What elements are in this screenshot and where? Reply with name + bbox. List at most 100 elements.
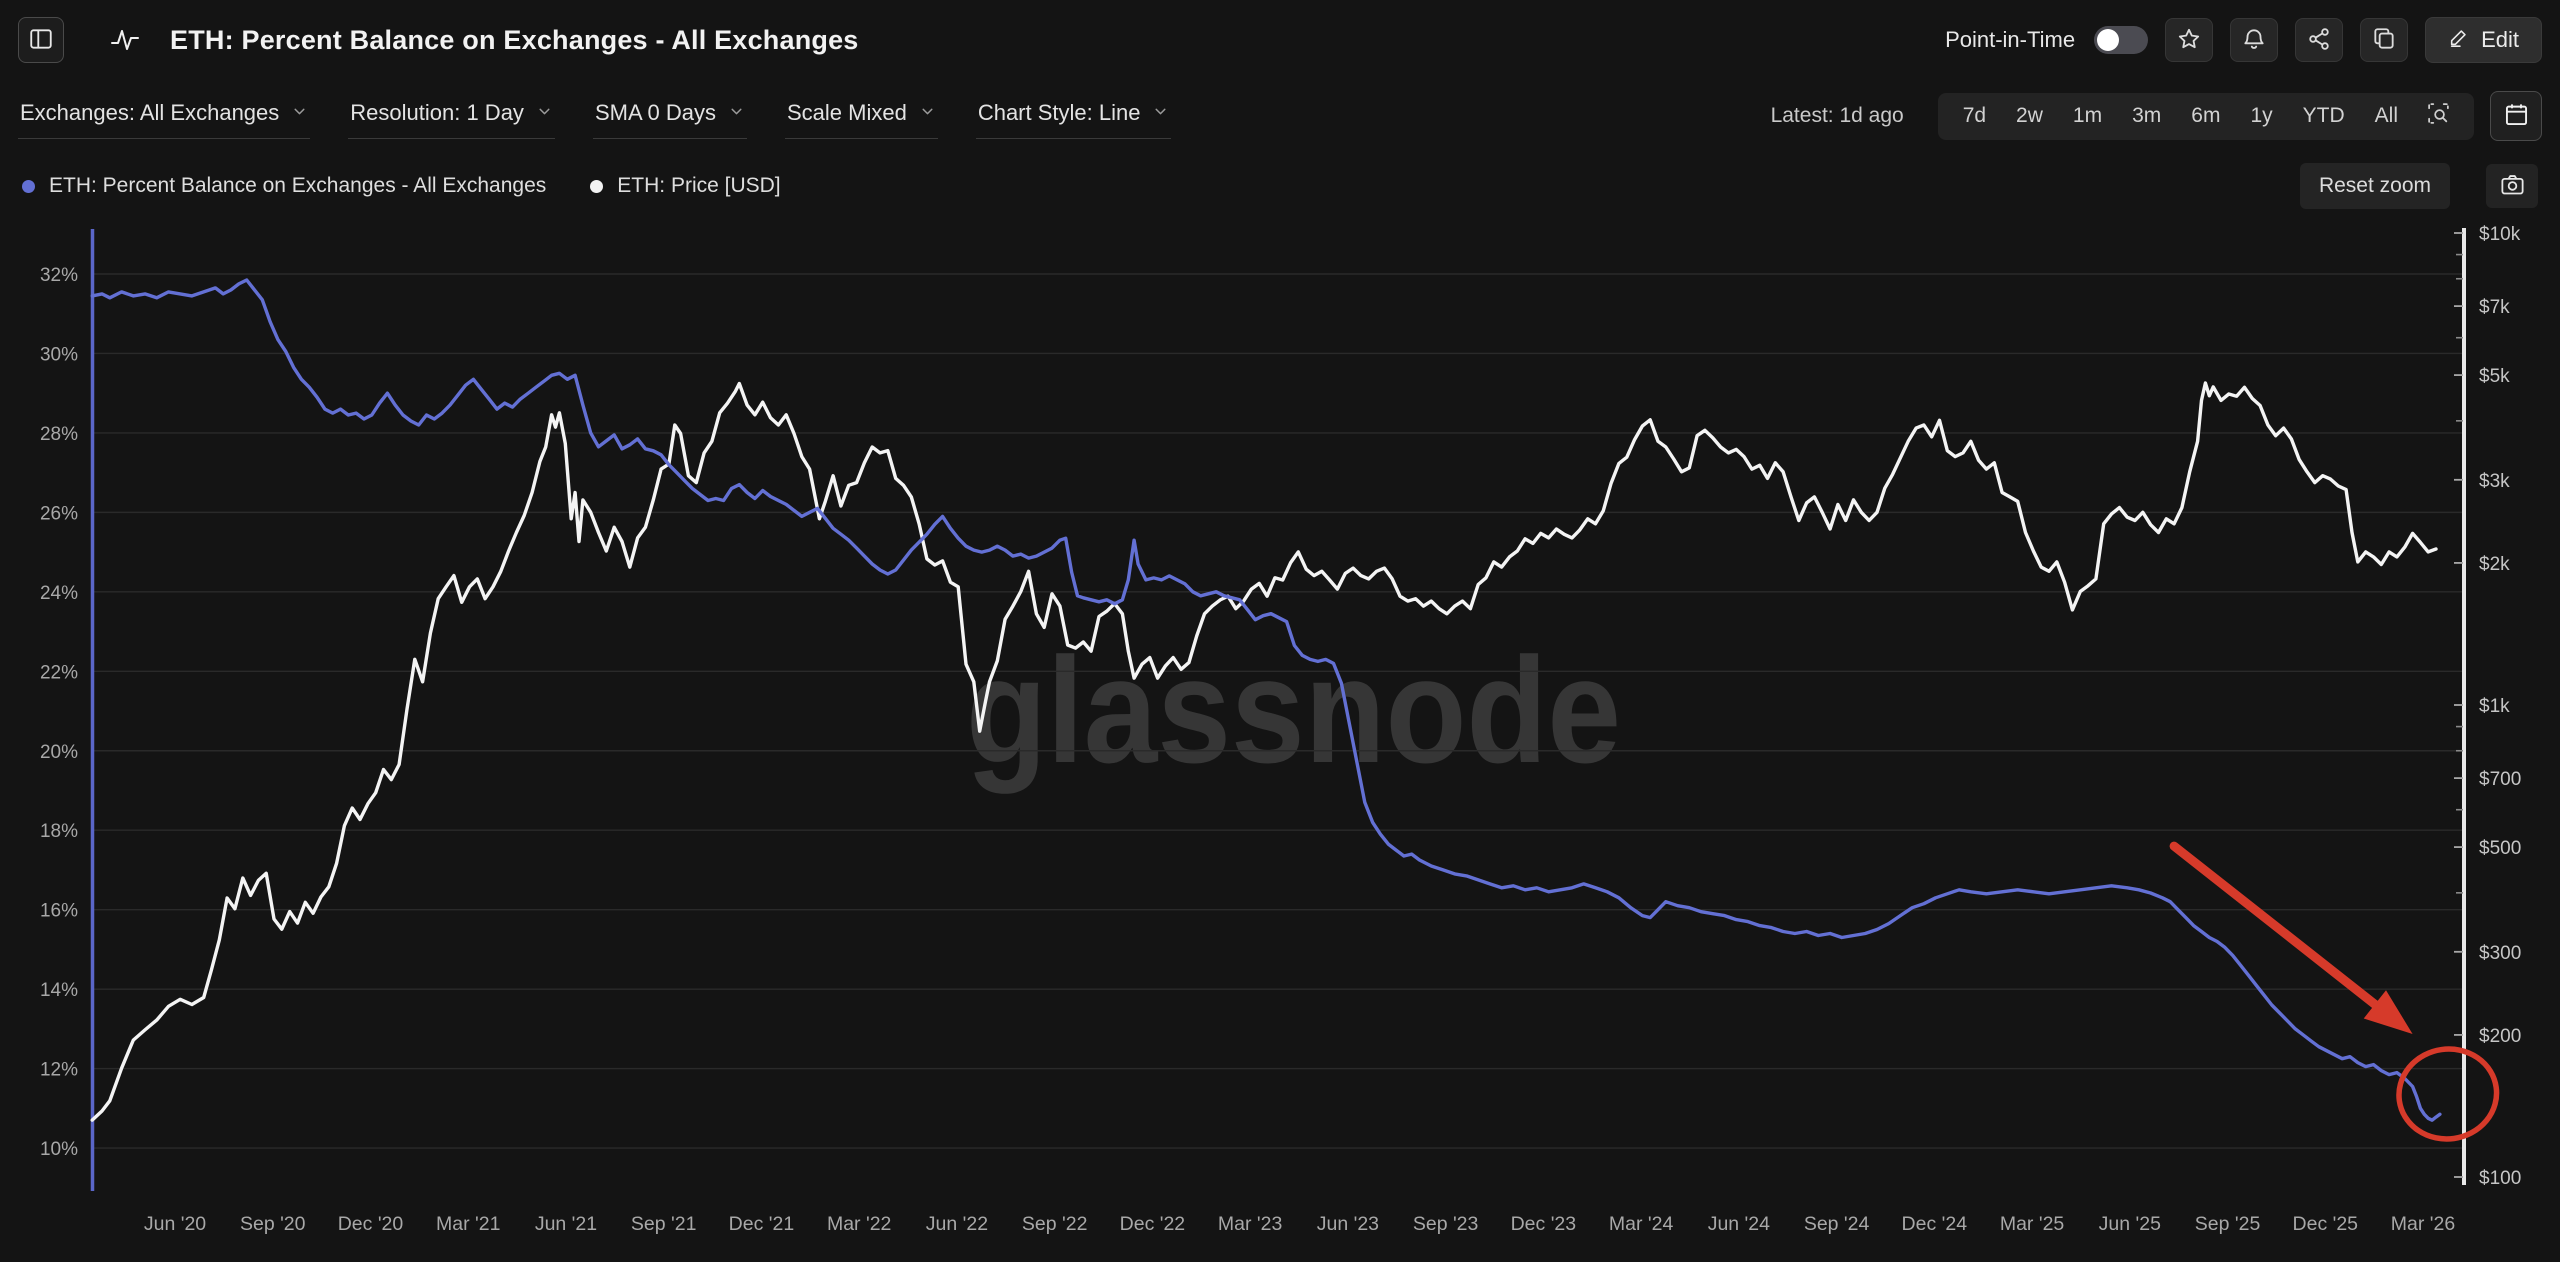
- chevron-down-icon: [1152, 100, 1169, 126]
- right-axis-tick-label: $700: [2479, 769, 2521, 790]
- dropdown-sma-0-days[interactable]: SMA 0 Days: [593, 94, 747, 139]
- legend: ETH: Percent Balance on Exchanges - All …: [22, 174, 825, 198]
- left-axis-tick-label: 18%: [40, 821, 78, 842]
- x-axis-tick-label: Sep '22: [1022, 1213, 1088, 1235]
- sidebar-panel-icon: [28, 26, 54, 55]
- x-axis-tick-label: Mar '21: [436, 1213, 500, 1235]
- x-axis-tick-label: Dec '21: [729, 1213, 795, 1235]
- right-axis-tick-label: $100: [2479, 1168, 2521, 1189]
- range-button-3m[interactable]: 3m: [2117, 104, 2176, 128]
- right-axis-tick-label: $300: [2479, 943, 2521, 964]
- x-axis-tick-label: Mar '23: [1218, 1213, 1282, 1235]
- time-range-group: 7d2w1m3m6m1yYTDAll: [1938, 93, 2474, 140]
- range-button-1y[interactable]: 1y: [2235, 104, 2287, 128]
- duplicate-button[interactable]: [2360, 18, 2408, 62]
- x-axis-tick-label: Sep '21: [631, 1213, 697, 1235]
- top-bar: ETH: Percent Balance on Exchanges - All …: [0, 0, 2560, 80]
- latest-update-text: Latest: 1d ago: [1771, 104, 1904, 128]
- alerts-button[interactable]: [2230, 18, 2278, 62]
- chart-toolbar: Exchanges: All Exchanges Resolution: 1 Da…: [0, 84, 2560, 148]
- bell-icon: [2241, 26, 2267, 55]
- dropdown-label: Chart Style: Line: [978, 100, 1141, 126]
- screenshot-button[interactable]: [2486, 164, 2538, 208]
- x-axis-tick-label: Dec '20: [338, 1213, 404, 1235]
- x-axis-tick-label: Mar '22: [827, 1213, 891, 1235]
- x-axis-tick-label: Dec '25: [2293, 1213, 2359, 1235]
- favorite-button[interactable]: [2165, 18, 2213, 62]
- legend-series-label: ETH: Percent Balance on Exchanges - All …: [49, 174, 546, 198]
- right-axis-tick-label: $7k: [2479, 297, 2510, 318]
- x-axis-tick-label: Sep '20: [240, 1213, 306, 1235]
- right-axis-tick-label: $500: [2479, 838, 2521, 859]
- point-in-time-toggle[interactable]: [2094, 26, 2148, 54]
- left-axis-tick-label: 22%: [40, 662, 78, 683]
- x-axis-tick-label: Jun '21: [535, 1213, 597, 1235]
- dropdown-label: Resolution: 1 Day: [350, 100, 524, 126]
- zoom-select-icon: [2426, 101, 2451, 131]
- left-axis-tick-label: 20%: [40, 742, 78, 763]
- page-title: ETH: Percent Balance on Exchanges - All …: [170, 25, 859, 56]
- legend-series-dot: [22, 180, 35, 193]
- edit-button-label: Edit: [2481, 27, 2519, 53]
- range-button-2w[interactable]: 2w: [2001, 104, 2058, 128]
- sidebar-toggle-button[interactable]: [18, 17, 64, 63]
- left-axis-tick-label: 24%: [40, 583, 78, 604]
- annotation-highlight-circle: [2393, 1043, 2502, 1146]
- toggle-knob: [2097, 29, 2119, 51]
- legend-row: ETH: Percent Balance on Exchanges - All …: [0, 156, 2560, 216]
- right-axis-tick-label: $10k: [2479, 224, 2521, 245]
- x-axis-tick-label: Jun '23: [1317, 1213, 1379, 1235]
- x-axis-tick-label: Sep '23: [1413, 1213, 1479, 1235]
- left-axis-tick-label: 16%: [40, 901, 78, 922]
- x-axis-tick-label: Dec '23: [1511, 1213, 1577, 1235]
- share-icon: [2306, 26, 2332, 55]
- left-axis-tick-label: 10%: [40, 1139, 78, 1160]
- x-axis-tick-label: Mar '25: [2000, 1213, 2065, 1235]
- x-axis-tick-label: Jun '25: [2099, 1213, 2161, 1235]
- dropdown-exchanges[interactable]: Exchanges: All Exchanges: [18, 94, 310, 139]
- chevron-down-icon: [291, 100, 308, 126]
- x-axis-tick-label: Jun '24: [1708, 1213, 1770, 1235]
- date-picker-button[interactable]: [2490, 91, 2542, 141]
- left-axis-tick-label: 14%: [40, 980, 78, 1001]
- x-axis-tick-label: Mar '26: [2391, 1213, 2455, 1235]
- chevron-down-icon: [536, 100, 553, 126]
- range-button-ytd[interactable]: YTD: [2288, 104, 2360, 128]
- range-button-6m[interactable]: 6m: [2176, 104, 2235, 128]
- chevron-down-icon: [728, 100, 745, 126]
- dropdown-label: SMA 0 Days: [595, 100, 716, 126]
- left-axis-tick-label: 32%: [40, 265, 78, 286]
- dropdown-label: Exchanges: All Exchanges: [20, 100, 279, 126]
- x-axis-tick-label: Jun '22: [926, 1213, 988, 1235]
- reset-zoom-button[interactable]: Reset zoom: [2300, 163, 2450, 209]
- range-button-7d[interactable]: 7d: [1948, 104, 2001, 128]
- range-button-1m[interactable]: 1m: [2058, 104, 2117, 128]
- glassnode-watermark: glassnode: [966, 626, 1621, 794]
- star-icon: [2176, 26, 2202, 55]
- range-button-all[interactable]: All: [2360, 104, 2413, 128]
- legend-item-1[interactable]: ETH: Price [USD]: [590, 174, 780, 198]
- dropdown-chart-style[interactable]: Chart Style: Line: [976, 94, 1172, 139]
- edit-button[interactable]: Edit: [2425, 17, 2542, 63]
- legend-item-0[interactable]: ETH: Percent Balance on Exchanges - All …: [22, 174, 546, 198]
- dropdown-group: Exchanges: All Exchanges Resolution: 1 Da…: [18, 94, 1209, 139]
- legend-series-dot: [590, 180, 603, 193]
- left-axis-tick-label: 12%: [40, 1060, 78, 1081]
- point-in-time-label: Point-in-Time: [1945, 27, 2075, 53]
- pencil-icon: [2448, 26, 2470, 54]
- x-axis-tick-label: Mar '24: [1609, 1213, 1674, 1235]
- custom-range-zoom-button[interactable]: [2413, 101, 2464, 131]
- copy-icon: [2371, 26, 2397, 55]
- chevron-down-icon: [919, 100, 936, 126]
- x-axis-tick-label: Sep '25: [2195, 1213, 2261, 1235]
- dropdown-resolution[interactable]: Resolution: 1 Day: [348, 94, 555, 139]
- right-axis-tick-label: $200: [2479, 1026, 2521, 1047]
- dropdown-scale-mixed[interactable]: Scale Mixed: [785, 94, 938, 139]
- left-axis-tick-label: 26%: [40, 503, 78, 524]
- share-button[interactable]: [2295, 18, 2343, 62]
- annotation-arrow-shaft: [2174, 846, 2379, 1008]
- right-axis-tick-label: $5k: [2479, 366, 2510, 387]
- left-axis-tick-label: 28%: [40, 424, 78, 445]
- right-axis-tick-label: $2k: [2479, 554, 2510, 575]
- metric-pulse-icon: [108, 25, 142, 55]
